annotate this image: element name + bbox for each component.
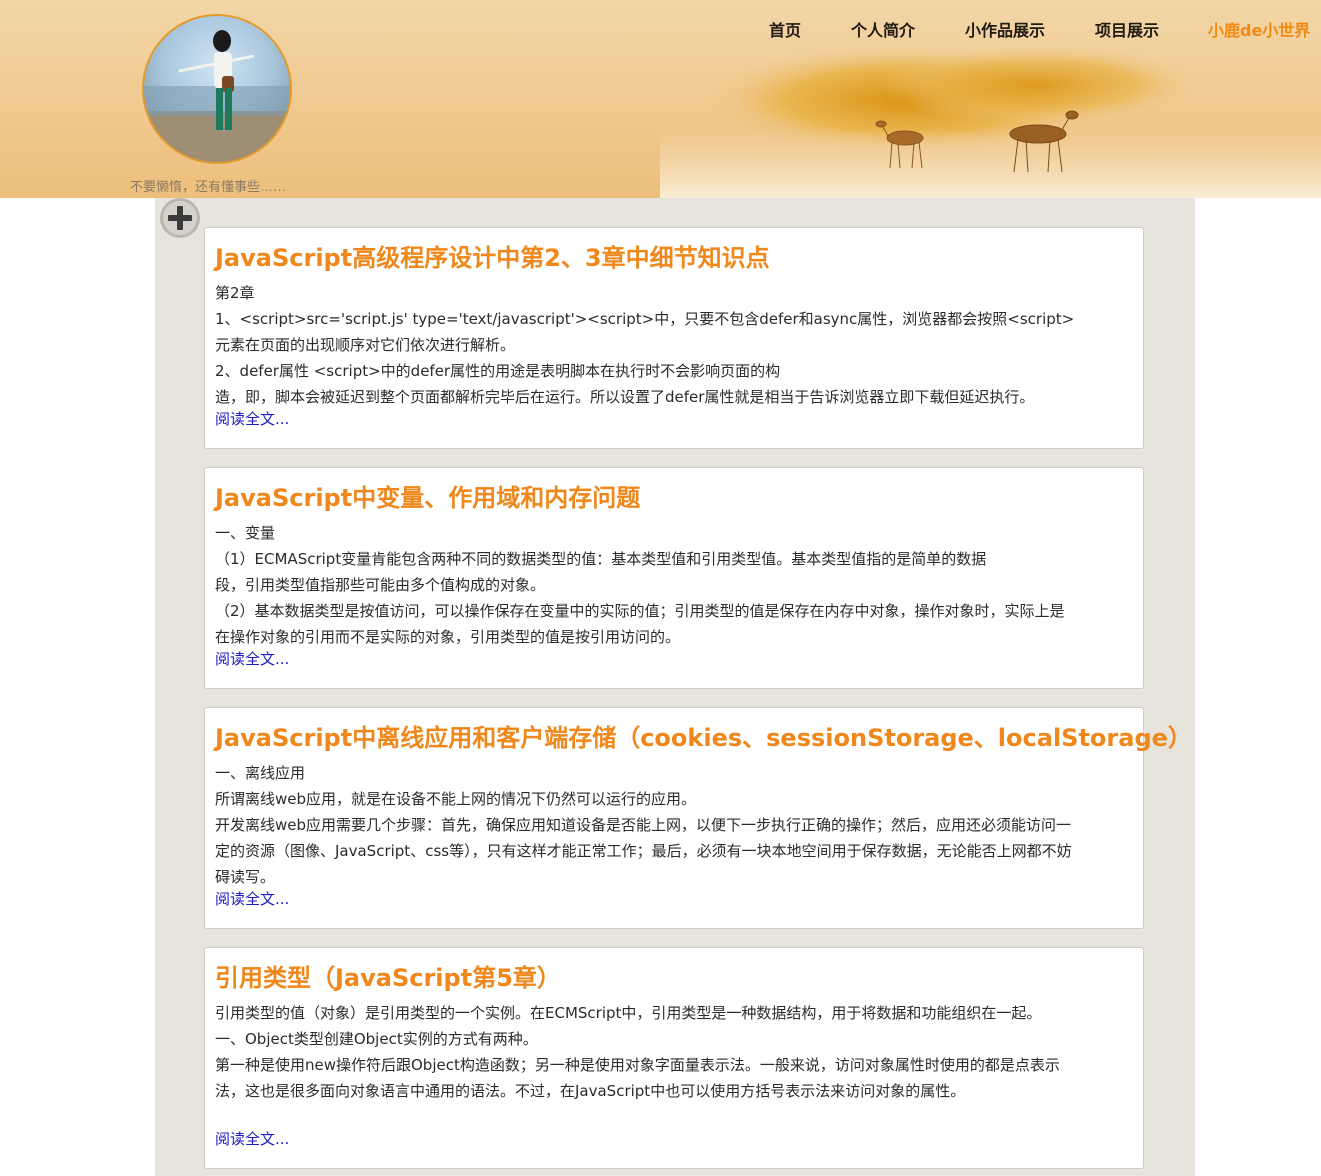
motto-text: 不要懒惰，还有懂事些…… (130, 179, 287, 194)
excerpt-line: 法，这也是很多面向对象语言中通用的语法。不过，在JavaScript中也可以使用… (215, 1082, 966, 1100)
excerpt-line: 第2章 (215, 284, 255, 302)
excerpt-line: 第一种是使用new操作符后跟Object构造函数；另一种是使用对象字面量表示法。… (215, 1056, 1060, 1074)
article-card: JavaScript中离线应用和客户端存储（cookies、sessionSto… (204, 707, 1192, 929)
excerpt-line: 造，即，脚本会被延迟到整个页面都解析完毕后在运行。所以设置了defer属性就是相… (215, 388, 1035, 406)
excerpt-line: 开发离线web应用需要几个步骤：首先，确保应用知道设备是否能上网，以便下一步执行… (215, 816, 1072, 834)
article-title[interactable]: JavaScript高级程序设计中第2、3章中细节知识点 (215, 238, 770, 273)
excerpt-line: 段，引用类型值指那些可能由多个值构成的对象。 (215, 576, 546, 594)
main-nav: 首页 个人简介 小作品展示 项目展示 小鹿de小世界 (0, 17, 1321, 41)
nav-projects[interactable]: 项目展示 (1095, 17, 1159, 41)
header-banner: 不要懒惰，还有懂事些…… 首页 个人简介 小作品展示 项目展示 小鹿de小世界 (0, 0, 1321, 198)
excerpt-line: 所谓离线web应用，就是在设备不能上网的情况下仍然可以运行的应用。 (215, 790, 697, 808)
excerpt-line: 在操作对象的引用而不是实际的对象，引用类型的值是按引用访问的。 (215, 628, 681, 646)
read-more-link[interactable]: 阅读全文... (215, 408, 289, 429)
read-more-link[interactable]: 阅读全文... (215, 1128, 289, 1149)
article-excerpt: 引用类型的值（对象）是引用类型的一个实例。在ECMScript中，引用类型是一种… (215, 1000, 1133, 1104)
article-excerpt: 第2章 1、<script>src='script.js' type='text… (215, 280, 1133, 410)
nav-home[interactable]: 首页 (769, 17, 801, 41)
nav-little-world[interactable]: 小鹿de小世界 (1208, 17, 1310, 41)
nav-profile[interactable]: 个人简介 (851, 17, 915, 41)
article-excerpt: 一、离线应用 所谓离线web应用，就是在设备不能上网的情况下仍然可以运行的应用。… (215, 760, 1133, 890)
excerpt-line: 1、<script>src='script.js' type='text/jav… (215, 310, 1075, 328)
excerpt-line: 碍读写。 (215, 868, 276, 886)
excerpt-line: （2）基本数据类型是按值访问，可以操作保存在变量中的实际的值；引用类型的值是保存… (215, 602, 1065, 620)
excerpt-line: 一、变量 (215, 524, 276, 542)
plus-icon (168, 206, 192, 230)
article-title[interactable]: JavaScript中离线应用和客户端存储（cookies、sessionSto… (215, 718, 1192, 753)
article-card: JavaScript中变量、作用域和内存问题 一、变量 （1）ECMAScrip… (204, 467, 1144, 689)
excerpt-line: 一、Object类型创建Object实例的方式有两种。 (215, 1030, 538, 1048)
excerpt-line: 一、离线应用 (215, 764, 306, 782)
excerpt-line: （1）ECMAScript变量肯能包含两种不同的数据类型的值：基本类型值和引用类… (215, 550, 987, 568)
article-excerpt: 一、变量 （1）ECMAScript变量肯能包含两种不同的数据类型的值：基本类型… (215, 520, 1133, 650)
article-card: JavaScript高级程序设计中第2、3章中细节知识点 第2章 1、<scri… (204, 227, 1144, 449)
article-title[interactable]: JavaScript中变量、作用域和内存问题 (215, 478, 640, 513)
deer-landscape-illustration (660, 45, 1321, 198)
article-title[interactable]: 引用类型（JavaScript第5章） (215, 958, 561, 993)
excerpt-line: 定的资源（图像、JavaScript、css等），只有这样才能正常工作；最后，必… (215, 842, 1072, 860)
nav-works[interactable]: 小作品展示 (965, 17, 1045, 41)
article-card: 引用类型（JavaScript第5章） 引用类型的值（对象）是引用类型的一个实例… (204, 947, 1144, 1169)
add-button[interactable] (160, 198, 200, 238)
excerpt-line: 元素在页面的出现顺序对它们依次进行解析。 (215, 336, 516, 354)
read-more-link[interactable]: 阅读全文... (215, 888, 289, 909)
read-more-link[interactable]: 阅读全文... (215, 648, 289, 669)
excerpt-line: 2、defer属性 <script>中的defer属性的用途是表明脚本在执行时不… (215, 362, 781, 380)
excerpt-line: 引用类型的值（对象）是引用类型的一个实例。在ECMScript中，引用类型是一种… (215, 1004, 1042, 1022)
